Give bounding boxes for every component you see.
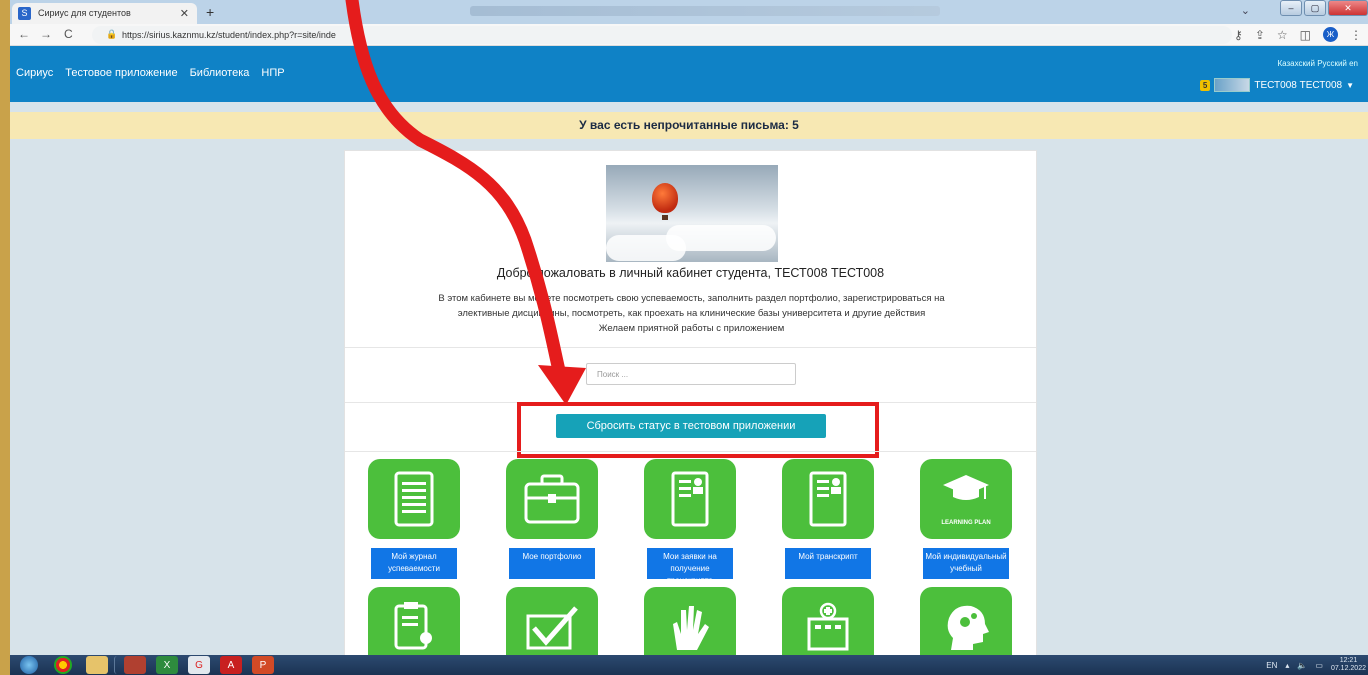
- menu-item-test-app[interactable]: Тестовое приложение: [59, 67, 183, 79]
- system-tray: EN ▴ 🔈 ▭ 12:21 07.12.2022: [1266, 657, 1366, 673]
- windows-taskbar: X G A P EN ▴ 🔈 ▭ 12:21 07.12.2022: [10, 655, 1368, 675]
- excel-icon[interactable]: X: [156, 656, 178, 674]
- browser-tab[interactable]: S Сириус для студентов ✕: [12, 3, 197, 24]
- menu-dots-icon[interactable]: ⋮: [1350, 28, 1362, 42]
- volume-icon[interactable]: 🔈: [1297, 661, 1307, 670]
- tile-label-learning-plan[interactable]: Мой индивидуальный учебный: [923, 548, 1009, 579]
- welcome-panel: Добро пожаловать в личный кабинет студен…: [344, 150, 1037, 675]
- clock[interactable]: 12:21 07.12.2022: [1331, 657, 1366, 673]
- tray-arrow-icon[interactable]: ▴: [1285, 661, 1289, 670]
- tab-search-icon[interactable]: ⌄: [1241, 4, 1250, 17]
- welcome-text: В этом кабинете вы можете посмотреть сво…: [375, 291, 1008, 336]
- tile-label-portfolio[interactable]: Мое портфолио: [509, 548, 595, 579]
- clipboard-graduate-icon: [394, 602, 432, 650]
- document-id-icon: [671, 471, 709, 527]
- star-icon[interactable]: ☆: [1277, 28, 1288, 42]
- language-links[interactable]: Казахский Русский en: [1277, 59, 1358, 68]
- menu-item-library[interactable]: Библиотека: [184, 67, 256, 79]
- profile-avatar-icon[interactable]: Ж: [1323, 27, 1338, 42]
- tile-label-gradebook[interactable]: Мой журнал успеваемости: [371, 548, 457, 579]
- minimize-icon[interactable]: –: [1280, 0, 1302, 16]
- menu-item-sirius[interactable]: Сириус: [10, 67, 59, 79]
- chrome-icon[interactable]: [54, 656, 72, 674]
- forward-icon[interactable]: →: [40, 27, 52, 41]
- tile-portfolio[interactable]: [506, 459, 598, 539]
- start-button[interactable]: [20, 656, 38, 674]
- user-menu[interactable]: 5 ТЕСТ008 ТЕСТ008 ▼: [1199, 78, 1354, 92]
- caret-down-icon: ▼: [1346, 80, 1354, 90]
- desktop-screen: S Сириус для студентов ✕ + ⌄ – ▢ ✕ ← → C…: [10, 0, 1368, 675]
- balloon-shape: [652, 183, 678, 213]
- red-highlight-box: [517, 402, 879, 458]
- powerpoint-icon[interactable]: P: [252, 656, 274, 674]
- sidepanel-icon[interactable]: ◫: [1300, 28, 1311, 42]
- tile-transcript-requests[interactable]: [644, 459, 736, 539]
- divider: [345, 451, 1036, 452]
- share-icon[interactable]: ⇪: [1255, 28, 1265, 42]
- hands-icon: [673, 606, 709, 650]
- maximize-icon[interactable]: ▢: [1304, 0, 1326, 16]
- hero-balloon-image: [606, 165, 778, 262]
- welcome-title: Добро пожаловать в личный кабинет студен…: [496, 266, 885, 280]
- unread-mail-notice[interactable]: У вас есть непрочитанные письма: 5: [10, 112, 1368, 139]
- network-icon[interactable]: ▭: [1315, 661, 1323, 670]
- new-tab-icon[interactable]: +: [206, 4, 214, 20]
- language-indicator[interactable]: EN: [1266, 661, 1277, 670]
- window-controls: – ▢ ✕: [1280, 0, 1368, 18]
- lock-icon: 🔒: [106, 29, 118, 39]
- menu-item-npr[interactable]: НПР: [255, 67, 290, 79]
- window-title-blurred: [470, 6, 940, 16]
- avatar: [1214, 78, 1251, 92]
- clock-date: 07.12.2022: [1330, 665, 1366, 672]
- unread-badge: 5: [1199, 79, 1211, 91]
- search-input[interactable]: Поиск ...: [586, 363, 796, 385]
- url-text: https://sirius.kaznmu.kz/student/index.p…: [122, 30, 336, 40]
- back-icon[interactable]: ←: [18, 27, 30, 41]
- tab-title: Сириус для студентов: [38, 8, 131, 18]
- key-icon[interactable]: ⚷: [1234, 28, 1243, 42]
- learning-plan-text: LEARNING PLAN: [941, 520, 991, 526]
- divider: [345, 347, 1036, 348]
- reload-icon[interactable]: C: [64, 27, 73, 41]
- archive-icon[interactable]: [124, 656, 146, 674]
- browser-tabstrip: S Сириус для студентов ✕ + ⌄ – ▢ ✕: [10, 0, 1368, 24]
- tile-label-transcript-requests[interactable]: Мои заявки на получение транскрипта: [647, 548, 733, 579]
- welcome-line-1: В этом кабинете вы можете посмотреть сво…: [438, 293, 945, 304]
- head-gears-icon: [947, 605, 989, 650]
- main-menu: Сириус Тестовое приложение Библиотека НП…: [10, 67, 291, 79]
- checkmark-icon: [526, 606, 578, 650]
- tile-label-transcript[interactable]: Мой транскрипт: [785, 548, 871, 579]
- welcome-line-3: Желаем приятной работы с приложением: [598, 323, 785, 334]
- close-tab-icon[interactable]: ✕: [180, 7, 189, 20]
- hospital-icon: [807, 602, 849, 651]
- tile-transcript[interactable]: [782, 459, 874, 539]
- chrome-window-icon[interactable]: G: [188, 656, 210, 674]
- tile-learning-plan[interactable]: LEARNING PLAN: [920, 459, 1012, 539]
- learning-plan-icon: [943, 475, 989, 500]
- site-favicon-icon: S: [18, 7, 31, 20]
- clock-time: 12:21: [1339, 657, 1358, 664]
- tile-gradebook[interactable]: [368, 459, 460, 539]
- gradebook-icon: [394, 471, 434, 527]
- welcome-line-2: элективные дисциплины, посмотреть, как п…: [457, 308, 926, 319]
- close-window-icon[interactable]: ✕: [1328, 0, 1368, 16]
- browser-toolbar: ← → C 🔒 https://sirius.kaznmu.kz/student…: [10, 24, 1368, 46]
- address-bar[interactable]: 🔒 https://sirius.kaznmu.kz/student/index…: [92, 26, 1232, 44]
- user-name: ТЕСТ008 ТЕСТ008: [1254, 79, 1343, 91]
- briefcase-icon: [524, 474, 580, 524]
- acrobat-icon[interactable]: A: [220, 656, 242, 674]
- explorer-folder-icon[interactable]: [86, 656, 108, 674]
- transcript-icon: [809, 471, 847, 527]
- toolbar-icons: ⚷ ⇪ ☆ ◫ Ж ⋮: [1234, 27, 1362, 42]
- app-navbar: Сириус Тестовое приложение Библиотека НП…: [10, 67, 1368, 102]
